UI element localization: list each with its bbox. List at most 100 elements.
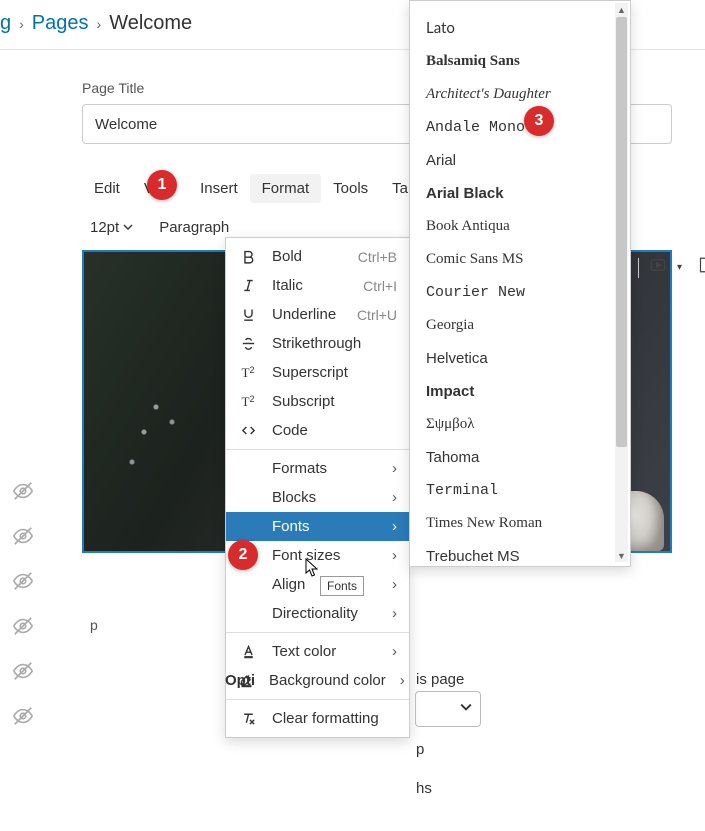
font-option[interactable]: Georgia xyxy=(410,309,630,342)
format-code-label: Code xyxy=(272,422,397,439)
block-format-value: Paragraph xyxy=(159,219,229,236)
chevron-right-icon: › xyxy=(392,518,397,535)
format-formats[interactable]: Formats › xyxy=(226,454,409,483)
step-badge-2: 2 xyxy=(228,540,258,570)
format-align[interactable]: Align › xyxy=(226,570,409,599)
chevron-down-icon[interactable]: ▾ xyxy=(677,262,682,273)
scroll-up-arrow-icon[interactable]: ▲ xyxy=(615,3,628,16)
format-strike-label: Strikethrough xyxy=(272,335,397,352)
breadcrumb-pages[interactable]: Pages xyxy=(32,12,89,35)
font-size-select[interactable]: 12pt xyxy=(82,215,141,240)
options-label: Opti xyxy=(225,672,255,689)
menu-edit[interactable]: Edit xyxy=(82,174,132,203)
font-option[interactable]: Comic Sans MS xyxy=(410,243,630,276)
font-option[interactable]: Architect's Daughter xyxy=(410,78,630,111)
font-option[interactable]: Arial xyxy=(410,144,630,177)
chevron-right-icon: › xyxy=(400,672,405,689)
toolbar-right-cluster: ▾ xyxy=(638,256,705,279)
font-option[interactable]: Impact xyxy=(410,375,630,408)
eye-off-icon[interactable] xyxy=(12,570,34,597)
menu-tools[interactable]: Tools xyxy=(321,174,380,203)
menu-insert[interactable]: Insert xyxy=(188,174,250,203)
format-text-color[interactable]: Text color › xyxy=(226,637,409,666)
font-option[interactable]: Terminal xyxy=(410,474,630,507)
chevron-down-icon xyxy=(460,700,472,718)
chevron-right-icon: › xyxy=(392,489,397,506)
menu-separator xyxy=(226,449,409,450)
page-select-dropdown[interactable] xyxy=(415,691,481,727)
format-superscript-label: Superscript xyxy=(272,364,397,381)
font-option[interactable]: Tahoma xyxy=(410,441,630,474)
chevron-down-icon xyxy=(123,219,133,236)
font-option[interactable]: Balsamiq Sans xyxy=(410,45,630,78)
eye-off-icon[interactable] xyxy=(12,525,34,552)
subscript-icon: T2 xyxy=(238,394,258,410)
format-bold[interactable]: Bold Ctrl+B xyxy=(226,242,409,271)
format-underline[interactable]: Underline Ctrl+U xyxy=(226,300,409,329)
chevron-right-icon: › xyxy=(392,605,397,622)
font-option[interactable]: Times New Roman xyxy=(410,507,630,540)
font-option[interactable]: Andale Mono xyxy=(410,111,630,144)
font-option[interactable]: Courier New xyxy=(410,276,630,309)
fonts-submenu: LatoBalsamiq SansArchitect's DaughterAnd… xyxy=(409,0,631,567)
format-strikethrough[interactable]: Strikethrough xyxy=(226,329,409,358)
eye-off-icon[interactable] xyxy=(12,660,34,687)
format-subscript-label: Subscript xyxy=(272,393,397,410)
menu-separator xyxy=(226,632,409,633)
scroll-down-arrow-icon[interactable]: ▼ xyxy=(615,549,628,562)
breadcrumb-root[interactable]: g xyxy=(0,12,11,35)
format-directionality[interactable]: Directionality › xyxy=(226,599,409,628)
chevron-right-icon: › xyxy=(392,460,397,477)
media-icon[interactable] xyxy=(649,256,667,279)
format-clear-label: Clear formatting xyxy=(272,710,397,727)
step-badge-3: 3 xyxy=(524,106,554,136)
partial-text: is page xyxy=(416,671,464,688)
format-subscript[interactable]: T2 Subscript xyxy=(226,387,409,416)
breadcrumb-separator: › xyxy=(19,16,24,32)
eye-off-icon[interactable] xyxy=(12,480,34,507)
superscript-icon: T2 xyxy=(238,365,258,381)
format-blocks-label: Blocks xyxy=(272,489,378,506)
italic-icon xyxy=(238,277,258,294)
format-bg-color-label: Background color xyxy=(269,672,386,689)
toolbar-separator xyxy=(638,258,639,278)
format-blocks[interactable]: Blocks › xyxy=(226,483,409,512)
font-option[interactable]: Σψμβολ xyxy=(410,408,630,441)
format-dropdown: Bold Ctrl+B Italic Ctrl+I Underline Ctrl… xyxy=(225,237,410,738)
menu-format[interactable]: Format xyxy=(250,174,322,203)
format-italic-label: Italic xyxy=(272,277,349,294)
format-fonts-label: Fonts xyxy=(272,518,378,535)
format-italic[interactable]: Italic Ctrl+I xyxy=(226,271,409,300)
format-code[interactable]: Code xyxy=(226,416,409,445)
underline-icon xyxy=(238,306,258,323)
fonts-tooltip: Fonts xyxy=(320,576,364,596)
visibility-sidebar xyxy=(12,480,34,732)
breadcrumb-current: Welcome xyxy=(109,12,192,35)
eye-off-icon[interactable] xyxy=(12,615,34,642)
step-badge-1: 1 xyxy=(147,170,177,200)
eye-off-icon[interactable] xyxy=(12,705,34,732)
format-fonts[interactable]: Fonts › xyxy=(226,512,409,541)
font-option[interactable]: Lato xyxy=(410,11,630,45)
font-option[interactable]: Helvetica xyxy=(410,342,630,375)
chevron-right-icon: › xyxy=(392,547,397,564)
editor-path[interactable]: p xyxy=(90,617,98,633)
format-superscript[interactable]: T2 Superscript xyxy=(226,358,409,387)
format-underline-shortcut: Ctrl+U xyxy=(357,307,397,323)
format-italic-shortcut: Ctrl+I xyxy=(363,278,397,294)
code-icon xyxy=(238,422,258,439)
font-size-value: 12pt xyxy=(90,219,119,236)
format-formats-label: Formats xyxy=(272,460,378,477)
format-text-color-label: Text color xyxy=(272,643,378,660)
font-option[interactable]: Trebuchet MS xyxy=(410,540,630,567)
scrollbar-thumb[interactable] xyxy=(616,17,627,447)
font-option[interactable]: Book Antiqua xyxy=(410,210,630,243)
clear-formatting-icon xyxy=(238,710,258,727)
font-option[interactable]: Arial Black xyxy=(410,177,630,210)
text-color-icon xyxy=(238,643,258,660)
menu-separator xyxy=(226,699,409,700)
format-bold-shortcut: Ctrl+B xyxy=(358,249,397,265)
format-font-sizes-label: Font sizes xyxy=(272,547,378,564)
document-icon[interactable] xyxy=(696,256,705,279)
format-clear[interactable]: Clear formatting xyxy=(226,704,409,733)
